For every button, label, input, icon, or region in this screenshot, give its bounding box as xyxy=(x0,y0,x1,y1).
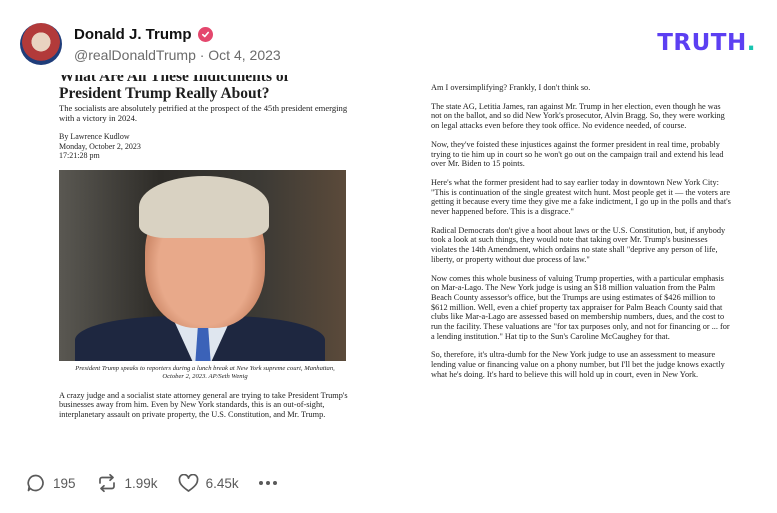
article-paragraph: Radical Democrats don't give a hoot abou… xyxy=(431,225,726,264)
photo-caption: President Trump speaks to reporters duri… xyxy=(75,364,335,380)
name-row: Donald J. Trump xyxy=(74,26,281,43)
reply-button[interactable]: 195 xyxy=(26,473,76,493)
post-actions: 195 1.99k 6.45k xyxy=(26,470,277,496)
article-headline: What Are All These Indictments of Presid… xyxy=(59,75,351,102)
author-name[interactable]: Donald J. Trump xyxy=(74,26,192,43)
reply-icon xyxy=(27,474,44,492)
reply-count: 195 xyxy=(53,475,76,491)
more-icon[interactable] xyxy=(258,481,277,485)
user-info: Donald J. Trump @realDonaldTrump · Oct 4… xyxy=(74,26,281,63)
handle-and-date[interactable]: @realDonaldTrump · Oct 4, 2023 xyxy=(74,47,281,63)
avatar[interactable] xyxy=(20,23,62,65)
like-count: 6.45k xyxy=(205,475,239,491)
article-paragraph: Now, they've foisted these injustices ag… xyxy=(431,139,724,169)
like-icon xyxy=(178,473,198,492)
article-paragraph: The state AG, Letitia James, ran against… xyxy=(431,101,725,131)
article-paragraph: Am I oversimplifying? Frankly, I don't t… xyxy=(431,83,591,92)
retruth-count: 1.99k xyxy=(124,475,158,491)
more-dot xyxy=(265,481,270,485)
article-paragraph: Here's what the former president had to … xyxy=(431,177,731,217)
article-photo xyxy=(59,169,346,361)
byline-author: By Lawrence Kudlow xyxy=(59,132,130,141)
byline-date: Monday, October 2, 2023 xyxy=(59,141,141,151)
more-dot xyxy=(272,481,277,485)
byline-time: 17:21:28 pm xyxy=(59,151,100,161)
more-dot xyxy=(258,481,263,485)
article-paragraph-left: A crazy judge and a socialist state atto… xyxy=(59,390,348,420)
logo-dot: . xyxy=(746,30,756,56)
post-header: Donald J. Trump @realDonaldTrump · Oct 4… xyxy=(20,22,281,66)
retruth-icon xyxy=(98,473,115,493)
article-byline: By Lawrence Kudlow Monday, October 2, 20… xyxy=(59,132,351,161)
verified-badge-icon xyxy=(197,26,213,42)
headline-line-2: President Trump Really About? xyxy=(59,85,270,102)
photo-hair xyxy=(139,175,269,238)
article-subhead: The socialists are absolutely petrified … xyxy=(59,103,348,123)
article-right-column: Am I oversimplifying? Frankly, I don't t… xyxy=(431,73,731,380)
truth-logo[interactable]: TRUTH. xyxy=(657,30,756,56)
like-button[interactable]: 6.45k xyxy=(178,473,239,493)
post-image[interactable]: What Are All These Indictments of Presid… xyxy=(47,73,771,453)
article-left-column: What Are All These Indictments of Presid… xyxy=(59,73,351,420)
article-paragraph: So, therefore, it's ultra-dumb for the N… xyxy=(431,350,725,379)
article-paragraph: Now comes this whole business of valuing… xyxy=(431,273,730,341)
logo-text: TRUTH xyxy=(657,30,747,56)
headline-line-1: What Are All These Indictments of xyxy=(59,75,289,85)
retruth-button[interactable]: 1.99k xyxy=(96,473,158,493)
